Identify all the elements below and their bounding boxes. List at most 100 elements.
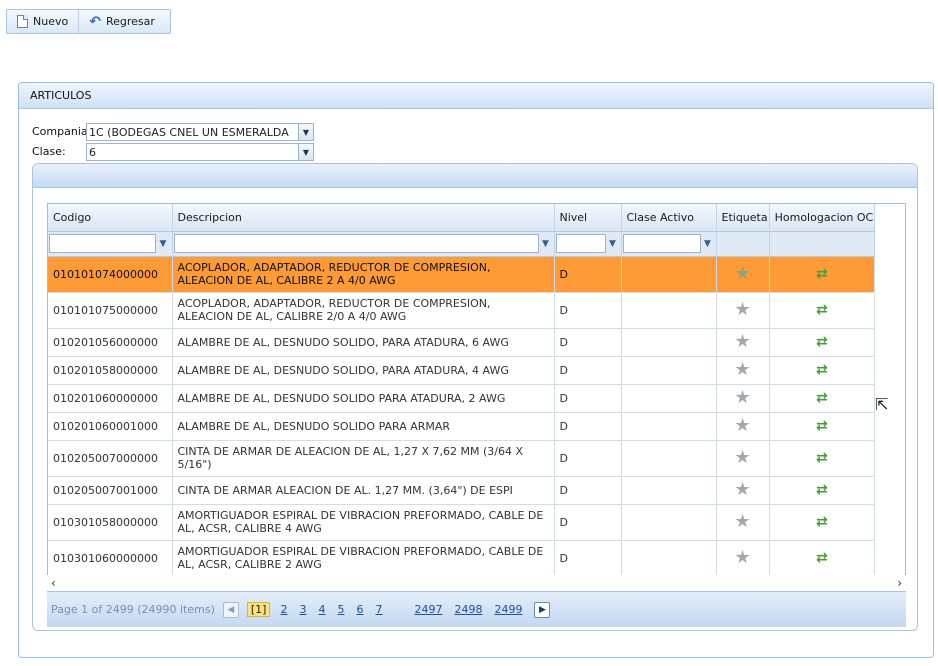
cell-clase-activo xyxy=(621,328,717,357)
star-icon[interactable]: ★ xyxy=(734,447,750,468)
class-select[interactable]: 6 ▼ xyxy=(86,143,314,161)
column-header-codigo[interactable]: Codigo xyxy=(48,204,173,232)
pager-page-link[interactable]: 2499 xyxy=(494,603,522,616)
cell-etiqueta: ★ xyxy=(716,440,770,477)
table-row[interactable]: 010201056000000 ALAMBRE DE AL, DESNUDO SO… xyxy=(48,328,876,357)
swap-arrows-icon[interactable]: ⇄ xyxy=(816,390,828,406)
scroll-right-icon[interactable]: › xyxy=(897,576,902,590)
cell-nivel: D xyxy=(554,540,622,577)
column-header-etiqueta[interactable]: Etiqueta xyxy=(716,204,770,232)
table-row[interactable]: 010301058000000 AMORTIGUADOR ESPIRAL DE V… xyxy=(48,504,876,541)
filter-icon[interactable]: ▼ xyxy=(158,239,168,249)
cell-descripcion: AMORTIGUADOR ESPIRAL DE VIBRACION PREFOR… xyxy=(172,504,555,541)
table-row[interactable]: 010205007001000 CINTA DE ARMAR ALEACION D… xyxy=(48,476,876,505)
chevron-down-icon[interactable]: ▼ xyxy=(298,144,313,160)
company-select[interactable]: 1C (BODEGAS CNEL UN ESMERALDA ▼ xyxy=(86,123,314,141)
swap-arrows-icon[interactable]: ⇄ xyxy=(816,362,828,378)
cell-clase-activo xyxy=(621,504,717,541)
cell-etiqueta: ★ xyxy=(716,356,770,385)
table-row[interactable]: 010205007000000 CINTA DE ARMAR DE ALEACIO… xyxy=(48,440,876,477)
cell-codigo: 010201060000000 xyxy=(48,384,173,413)
star-icon[interactable]: ★ xyxy=(734,299,750,320)
star-icon[interactable]: ★ xyxy=(734,479,750,500)
class-select-value: 6 xyxy=(89,145,96,159)
articulos-panel: ARTICULOS Compania: 1C (BODEGAS CNEL UN … xyxy=(18,82,934,658)
cell-clase-activo xyxy=(621,412,717,441)
pager-page-link[interactable]: 2 xyxy=(280,603,287,616)
pager-page-link[interactable]: 4 xyxy=(318,603,325,616)
chevron-left-icon[interactable]: ◀ xyxy=(222,601,239,618)
cell-descripcion: ALAMBRE DE AL, DESNUDO SOLIDO, PARA ATAD… xyxy=(172,328,555,357)
swap-arrows-icon[interactable]: ⇄ xyxy=(816,450,828,466)
column-header-descripcion[interactable]: Descripcion xyxy=(172,204,555,232)
articles-grid: Codigo Descripcion Nivel Clase Activo Et… xyxy=(47,203,906,619)
filter-icon[interactable]: ▼ xyxy=(703,239,713,249)
cell-etiqueta: ★ xyxy=(716,384,770,413)
cell-descripcion: ALAMBRE DE AL, DESNUDO SOLIDO, PARA ATAD… xyxy=(172,356,555,385)
table-row[interactable]: 010201058000000 ALAMBRE DE AL, DESNUDO SO… xyxy=(48,356,876,385)
column-header-clase-activo[interactable]: Clase Activo xyxy=(621,204,717,232)
pager-page-link[interactable]: 3 xyxy=(299,603,306,616)
cell-clase-activo xyxy=(621,292,717,329)
pager-current-page[interactable]: [1] xyxy=(246,602,271,617)
codigo-filter-input[interactable] xyxy=(49,234,156,253)
nivel-filter-input[interactable] xyxy=(555,234,606,253)
cell-descripcion: ACOPLADOR, ADAPTADOR, REDUCTOR DE COMPRE… xyxy=(172,292,555,329)
table-row[interactable]: 010301060000000 AMORTIGUADOR ESPIRAL DE V… xyxy=(48,540,876,577)
star-icon[interactable]: ★ xyxy=(734,359,750,380)
cell-nivel: D xyxy=(554,412,622,441)
cell-codigo: 010205007001000 xyxy=(48,476,173,505)
cell-nivel: D xyxy=(554,292,622,329)
star-icon[interactable]: ★ xyxy=(734,415,750,436)
cell-nivel: D xyxy=(554,440,622,477)
chevron-down-icon[interactable]: ▼ xyxy=(298,124,313,140)
cell-codigo: 010201056000000 xyxy=(48,328,173,357)
filter-icon[interactable]: ▼ xyxy=(541,239,551,249)
back-arrow-icon: ↶ xyxy=(89,13,101,30)
chevron-right-icon[interactable]: ▶ xyxy=(534,601,551,618)
star-icon[interactable]: ★ xyxy=(734,511,750,532)
swap-arrows-icon[interactable]: ⇄ xyxy=(816,550,828,566)
cell-homologacion: ⇄ xyxy=(769,256,876,293)
cell-homologacion: ⇄ xyxy=(769,384,876,413)
table-row[interactable]: 010101074000000 ACOPLADOR, ADAPTADOR, RED… xyxy=(48,256,876,293)
column-header-nivel[interactable]: Nivel xyxy=(554,204,622,232)
swap-arrows-icon[interactable]: ⇄ xyxy=(816,418,828,434)
swap-arrows-icon[interactable]: ⇄ xyxy=(816,482,828,498)
cell-codigo: 010301058000000 xyxy=(48,504,173,541)
cell-descripcion: AMORTIGUADOR ESPIRAL DE VIBRACION PREFOR… xyxy=(172,540,555,577)
cell-etiqueta: ★ xyxy=(716,476,770,505)
swap-arrows-icon[interactable]: ⇄ xyxy=(816,334,828,350)
cell-homologacion: ⇄ xyxy=(769,328,876,357)
star-icon[interactable]: ★ xyxy=(734,331,750,352)
pager-page-link[interactable]: 6 xyxy=(356,603,363,616)
pager-page-link[interactable]: 5 xyxy=(337,603,344,616)
cell-clase-activo xyxy=(621,440,717,477)
new-button[interactable]: Nuevo xyxy=(7,10,78,33)
swap-arrows-icon[interactable]: ⇄ xyxy=(816,266,828,282)
filter-icon[interactable]: ▼ xyxy=(608,239,618,249)
star-icon[interactable]: ★ xyxy=(734,387,750,408)
column-header-homologacion[interactable]: Homologacion OC xyxy=(769,204,876,232)
cell-codigo: 010205007000000 xyxy=(48,440,173,477)
table-row[interactable]: 010201060000000 ALAMBRE DE AL, DESNUDO SO… xyxy=(48,384,876,413)
swap-arrows-icon[interactable]: ⇄ xyxy=(816,302,828,318)
pager-page-link[interactable]: 2497 xyxy=(414,603,442,616)
table-row[interactable]: 010101075000000 ACOPLADOR, ADAPTADOR, RED… xyxy=(48,292,876,329)
cell-descripcion: ACOPLADOR, ADAPTADOR, REDUCTOR DE COMPRE… xyxy=(172,256,555,293)
pager-page-link[interactable]: 2498 xyxy=(454,603,482,616)
company-select-value: 1C (BODEGAS CNEL UN ESMERALDA xyxy=(89,125,289,139)
star-icon[interactable]: ★ xyxy=(734,547,750,568)
back-button[interactable]: ↶ Regresar xyxy=(78,10,165,33)
scroll-left-icon[interactable]: ‹ xyxy=(51,576,56,590)
descripcion-filter-input[interactable] xyxy=(173,234,539,253)
star-icon[interactable]: ★ xyxy=(734,263,750,284)
table-row[interactable]: 010201060001000 ALAMBRE DE AL, DESNUDO SO… xyxy=(48,412,876,441)
panel-title: ARTICULOS xyxy=(19,83,933,109)
horizontal-scrollbar[interactable]: ‹ › xyxy=(47,575,906,591)
clase-filter-input[interactable] xyxy=(622,234,701,253)
cell-descripcion: CINTA DE ARMAR DE ALEACION DE AL, 1,27 X… xyxy=(172,440,555,477)
cell-etiqueta: ★ xyxy=(716,540,770,577)
swap-arrows-icon[interactable]: ⇄ xyxy=(816,514,828,530)
pager-page-link[interactable]: 7 xyxy=(375,603,382,616)
